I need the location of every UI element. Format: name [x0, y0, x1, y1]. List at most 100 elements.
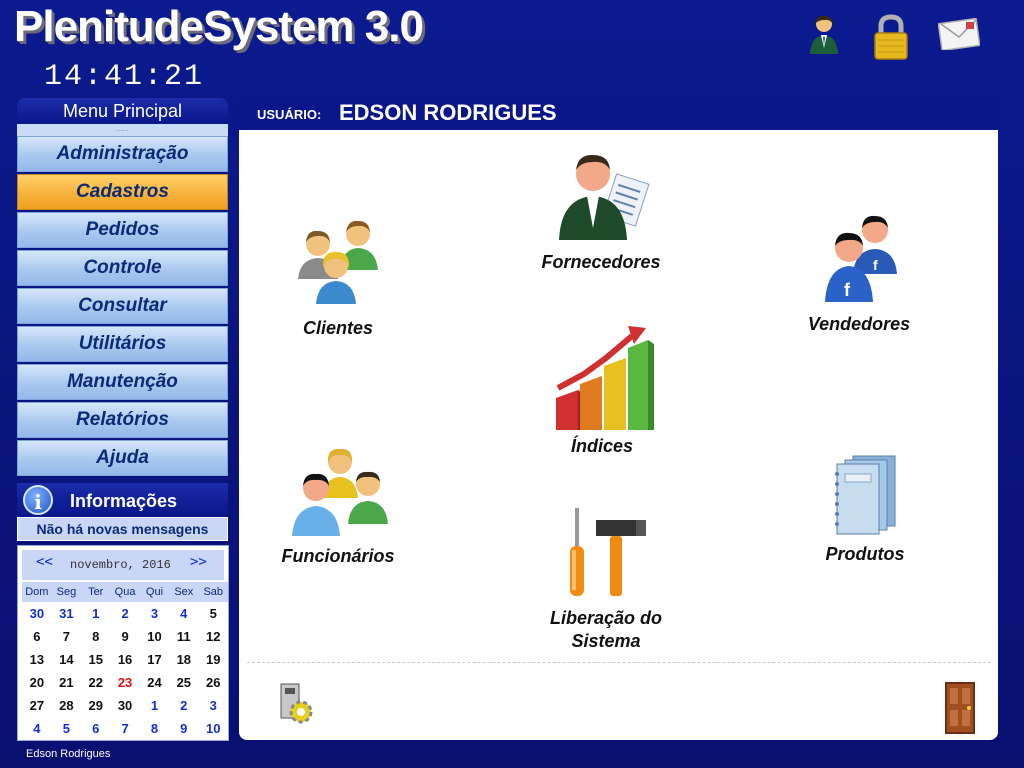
calendar-week: 30 31 1 2 3 4 5	[22, 602, 228, 625]
calendar-day[interactable]: 12	[199, 625, 229, 648]
svg-text:f: f	[844, 280, 851, 300]
calendar-day[interactable]: 1	[81, 602, 110, 625]
calendar-day[interactable]: 26	[199, 671, 229, 694]
tile-fornecedores-label: Fornecedores	[541, 252, 661, 272]
calendar-day[interactable]: 2	[169, 694, 198, 717]
calendar-week: 6 7 8 9 10 11 12	[22, 625, 228, 648]
tile-vendedores[interactable]: f f Vendedores	[799, 204, 919, 336]
calendar-day[interactable]: 18	[169, 648, 198, 671]
weekday-row: Dom Seg Ter Qua Qui Sex Sab	[22, 582, 228, 602]
calendar-day[interactable]: 31	[52, 602, 81, 625]
calendar-day[interactable]: 9	[169, 717, 198, 740]
calendar-week: 20 21 22 23 24 25 26	[22, 671, 228, 694]
weekday-label: Qui	[139, 582, 170, 602]
calendar-day[interactable]: 3	[199, 694, 229, 717]
calendar-day[interactable]: 28	[52, 694, 81, 717]
tile-indices-label: Índices	[570, 436, 634, 456]
calendar-day[interactable]: 10	[199, 717, 229, 740]
clientes-icon	[298, 220, 378, 304]
calendar-day[interactable]: 30	[110, 694, 140, 717]
calendar-day-today[interactable]: 23	[110, 671, 140, 694]
calendar-day[interactable]: 15	[81, 648, 110, 671]
calendar-day[interactable]: 7	[52, 625, 81, 648]
menu-item-cadastros[interactable]: Cadastros	[17, 174, 228, 210]
main-panel: Clientes Fornecedores f f Vendedores Índ…	[239, 130, 998, 740]
calendar-next-button[interactable]: >>	[190, 554, 207, 570]
exit-door-icon[interactable]	[945, 682, 975, 739]
calendar-day[interactable]: 30	[22, 602, 52, 625]
produtos-icon	[835, 455, 896, 535]
weekday-label: Qua	[110, 582, 140, 602]
tile-produtos[interactable]: Produtos	[805, 452, 925, 566]
calendar-day[interactable]: 6	[81, 717, 110, 740]
calendar-day[interactable]: 22	[81, 671, 110, 694]
calendar-day[interactable]: 4	[169, 602, 198, 625]
lock-icon[interactable]	[872, 14, 910, 65]
funcionarios-icon	[292, 448, 388, 536]
menu-item-administracao[interactable]: Administração	[17, 136, 228, 172]
system-config-icon[interactable]	[275, 680, 319, 731]
tile-vendedores-label: Vendedores	[807, 314, 911, 334]
vendedores-icon: f f	[825, 215, 897, 302]
calendar-day[interactable]: 8	[140, 717, 169, 740]
panel-header: USUÁRIO: EDSON RODRIGUES	[239, 96, 998, 130]
calendar-day[interactable]: 2	[110, 602, 140, 625]
calendar-day[interactable]: 29	[81, 694, 110, 717]
menu-item-ajuda[interactable]: Ajuda	[17, 440, 228, 476]
info-icon: i	[23, 485, 53, 515]
calendar-day[interactable]: 24	[140, 671, 169, 694]
calendar-day[interactable]: 13	[22, 648, 52, 671]
calendar-day[interactable]: 1	[140, 694, 169, 717]
menu-grip[interactable]: .....	[17, 124, 228, 136]
calendar-day[interactable]: 5	[199, 602, 229, 625]
calendar-day[interactable]: 25	[169, 671, 198, 694]
calendar-day[interactable]: 5	[52, 717, 81, 740]
fornecedores-icon	[559, 154, 650, 240]
weekday-label: Dom	[22, 582, 52, 602]
calendar-day[interactable]: 21	[52, 671, 81, 694]
calendar-day[interactable]: 16	[110, 648, 140, 671]
menu-item-utilitarios[interactable]: Utilitários	[17, 326, 228, 362]
menu-item-relatorios[interactable]: Relatórios	[17, 402, 228, 438]
menu-item-manutencao[interactable]: Manutenção	[17, 364, 228, 400]
calendar-day[interactable]: 17	[140, 648, 169, 671]
weekday-label: Ter	[81, 582, 111, 602]
menu-item-pedidos[interactable]: Pedidos	[17, 212, 228, 248]
tile-liberacao-sistema[interactable]: Liberação do Sistema	[531, 502, 681, 653]
main-menu: Administração Cadastros Pedidos Controle…	[17, 136, 228, 478]
tile-funcionarios[interactable]: Funcionários	[273, 442, 403, 568]
menu-item-consultar[interactable]: Consultar	[17, 288, 228, 324]
calendar-day[interactable]: 9	[110, 625, 140, 648]
calendar-day[interactable]: 27	[22, 694, 52, 717]
calendar-day[interactable]: 10	[140, 625, 169, 648]
user-label: USUÁRIO:	[257, 107, 322, 122]
user-icon[interactable]	[806, 14, 842, 59]
calendar-prev-button[interactable]: <<	[36, 554, 53, 570]
tile-fornecedores[interactable]: Fornecedores	[531, 146, 671, 274]
mail-icon[interactable]	[937, 17, 981, 55]
weekday-label: Seg	[51, 582, 82, 602]
tile-clientes[interactable]: Clientes	[283, 204, 393, 340]
calendar-day[interactable]: 8	[81, 625, 110, 648]
calendar-header: << novembro, 2016 >>	[22, 550, 224, 580]
calendar-day[interactable]: 3	[140, 602, 169, 625]
calendar-day[interactable]: 7	[110, 717, 140, 740]
calendar-day[interactable]: 4	[22, 717, 52, 740]
tile-clientes-label: Clientes	[302, 318, 374, 338]
calendar-week: 13 14 15 16 17 18 19	[22, 648, 228, 671]
calendar-day[interactable]: 11	[169, 625, 198, 648]
calendar-day[interactable]: 6	[22, 625, 52, 648]
calendar-day[interactable]: 14	[52, 648, 81, 671]
calendar-day[interactable]: 19	[199, 648, 229, 671]
weekday-label: Sex	[169, 582, 199, 602]
indices-icon	[556, 326, 654, 430]
user-name: EDSON RODRIGUES	[339, 100, 557, 125]
tile-indices[interactable]: Índices	[547, 318, 657, 458]
info-message: Não há novas mensagens	[17, 517, 228, 541]
calendar-day[interactable]: 20	[22, 671, 52, 694]
tools-icon	[570, 508, 646, 596]
menu-title: Menu Principal	[17, 98, 228, 124]
menu-item-controle[interactable]: Controle	[17, 250, 228, 286]
panel-divider	[247, 662, 991, 663]
info-title: Informações	[70, 491, 178, 511]
